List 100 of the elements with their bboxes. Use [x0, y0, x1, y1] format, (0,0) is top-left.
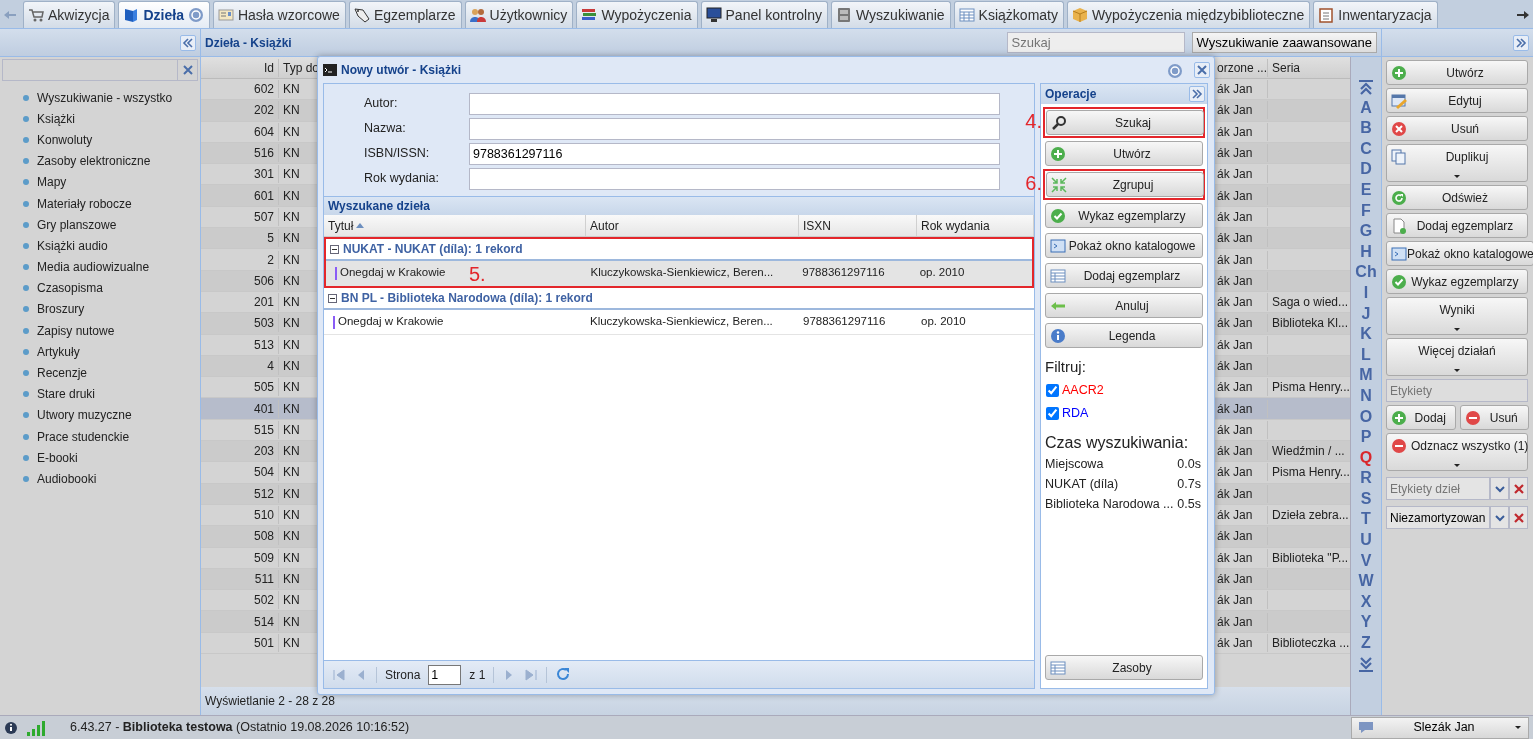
input-field[interactable]: 9788361297116 — [469, 142, 1000, 165]
page-field[interactable]: 1 — [428, 664, 462, 685]
category-item[interactable]: Stare druki — [37, 385, 96, 404]
operation-button[interactable]: Zasoby — [1045, 655, 1203, 680]
category-item[interactable]: Gry planszowe — [37, 215, 117, 234]
category-item[interactable]: Audiobooki — [37, 469, 97, 488]
letter-link[interactable]: N — [1360, 385, 1372, 407]
tab[interactable]: Egzemplarze — [348, 1, 462, 28]
column-header[interactable]: Seria — [1268, 58, 1350, 77]
checkbox[interactable] — [1046, 383, 1059, 397]
input-field[interactable] — [469, 117, 1000, 140]
letter-link[interactable]: L — [1361, 344, 1371, 366]
letter-link[interactable]: R — [1360, 468, 1372, 489]
letter-link[interactable]: A — [1360, 97, 1372, 119]
tab[interactable]: Wypożyczenia międzybiblioteczne — [1066, 1, 1311, 28]
category-item[interactable]: Zasoby elektroniczne — [37, 152, 151, 171]
action-button[interactable]: Odznacz wszystko (1) — [1386, 433, 1528, 471]
search-field[interactable]: Szukaj — [1006, 32, 1185, 53]
column-header[interactable]: ISXN — [799, 215, 917, 236]
category-item[interactable]: Recenzje — [37, 364, 88, 383]
close-button[interactable] — [1194, 62, 1210, 78]
letter-link[interactable]: M — [1359, 365, 1373, 386]
letter-link[interactable]: I — [1363, 282, 1369, 304]
category-item[interactable]: Media audiowizualne — [37, 258, 150, 277]
expand-button[interactable] — [1189, 86, 1205, 102]
tab[interactable]: Dzieła — [118, 1, 210, 28]
column-header[interactable]: Autor — [586, 215, 799, 236]
combo-field[interactable]: Niezamortyzowan — [1386, 506, 1490, 529]
letter-link[interactable]: G — [1359, 221, 1373, 242]
tab[interactable]: Hasła wzorcowe — [212, 1, 346, 28]
filter-field[interactable] — [2, 59, 198, 81]
tab[interactable]: Użytkownicy — [464, 1, 574, 28]
category-item[interactable]: Utwory muzyczne — [37, 406, 132, 425]
user-menu-button[interactable]: Slezák Jan — [1351, 716, 1529, 739]
action-button[interactable]: Usuń — [1459, 405, 1529, 430]
letter-link[interactable]: H — [1360, 241, 1372, 263]
input-field[interactable] — [469, 167, 1000, 190]
operation-button[interactable]: Zgrupuj — [1046, 172, 1204, 197]
action-button[interactable]: Wyniki — [1386, 297, 1528, 335]
letter-link[interactable]: E — [1360, 179, 1372, 201]
tab[interactable]: Wypożyczenia — [576, 1, 698, 28]
action-button[interactable]: Duplikuj — [1386, 144, 1528, 182]
letter-link[interactable]: B — [1360, 118, 1372, 139]
operation-button[interactable]: Szukaj — [1046, 110, 1204, 135]
category-item[interactable]: Mapy — [37, 173, 67, 192]
column-header[interactable]: Rok wydania — [917, 215, 1034, 236]
letter-link[interactable]: V — [1360, 550, 1372, 572]
action-button[interactable]: Więcej działań — [1386, 338, 1528, 376]
category-item[interactable]: E-booki — [37, 448, 78, 467]
letter-link[interactable]: O — [1359, 406, 1373, 428]
letter-link[interactable]: U — [1360, 530, 1372, 551]
tab[interactable]: Książkomaty — [953, 1, 1064, 28]
action-button[interactable]: Utwórz — [1386, 60, 1528, 85]
category-item[interactable]: Książki — [37, 109, 75, 128]
operation-button[interactable]: Anuluj — [1045, 293, 1203, 318]
operation-button[interactable]: Pokaż okno katalogowe — [1045, 233, 1203, 258]
clear-button[interactable] — [1509, 506, 1528, 529]
category-item[interactable]: Materiały robocze — [37, 194, 132, 213]
clear-button[interactable] — [1509, 477, 1528, 500]
expand-button[interactable] — [1513, 34, 1529, 51]
letter-link[interactable]: C — [1360, 138, 1372, 160]
tab[interactable]: Wyszukiwanie — [831, 1, 951, 28]
action-button[interactable]: Dodaj — [1386, 405, 1456, 430]
letter-link[interactable]: S — [1360, 488, 1372, 510]
letter-link[interactable]: P — [1360, 427, 1372, 448]
letter-link[interactable]: Y — [1360, 612, 1372, 634]
action-button[interactable]: Edytuj — [1386, 88, 1528, 113]
input-field[interactable] — [469, 92, 1000, 115]
category-item[interactable]: Broszury — [37, 300, 85, 319]
column-header[interactable]: Tytuł — [324, 215, 586, 236]
letter-link[interactable]: Z — [1361, 633, 1371, 654]
labels-field[interactable]: Etykiety — [1386, 379, 1528, 402]
letter-link[interactable]: F — [1361, 200, 1371, 222]
dropdown-button[interactable] — [1490, 477, 1509, 500]
category-item[interactable]: Wyszukiwanie - wszystko — [37, 88, 173, 107]
operation-button[interactable]: Legenda — [1045, 323, 1203, 348]
operation-button[interactable]: Wykaz egzemplarzy — [1045, 203, 1203, 228]
tab[interactable]: Inwentaryzacja — [1313, 1, 1438, 28]
collapse-button[interactable] — [180, 34, 196, 51]
action-button[interactable]: Usuń — [1386, 116, 1528, 141]
category-item[interactable]: Artykuły — [37, 342, 80, 361]
operation-button[interactable]: Utwórz — [1045, 141, 1203, 166]
category-item[interactable]: Konwoluty — [37, 130, 93, 149]
action-button[interactable]: Pokaż okno katalogowe — [1386, 241, 1533, 266]
letter-link[interactable]: T — [1361, 509, 1371, 531]
tab[interactable]: Panel kontrolny — [700, 1, 829, 28]
category-item[interactable]: Prace studenckie — [37, 427, 130, 446]
category-item[interactable]: Czasopisma — [37, 279, 104, 298]
category-item[interactable]: Książki audio — [37, 236, 108, 255]
letter-link[interactable]: D — [1360, 159, 1372, 180]
advanced-search-button[interactable]: Wyszukiwanie zaawansowane — [1191, 32, 1377, 53]
action-button[interactable]: Wykaz egzemplarzy — [1386, 269, 1528, 294]
action-button[interactable]: Dodaj egzemplarz — [1386, 213, 1528, 238]
dropdown-button[interactable] — [1490, 506, 1509, 529]
letter-link[interactable]: K — [1360, 324, 1372, 345]
letter-link[interactable]: W — [1358, 571, 1374, 592]
action-button[interactable]: Odśwież — [1386, 185, 1528, 210]
operation-button[interactable]: Dodaj egzemplarz — [1045, 263, 1203, 288]
category-item[interactable]: Zapisy nutowe — [37, 321, 115, 340]
column-header[interactable]: Id — [201, 58, 279, 77]
